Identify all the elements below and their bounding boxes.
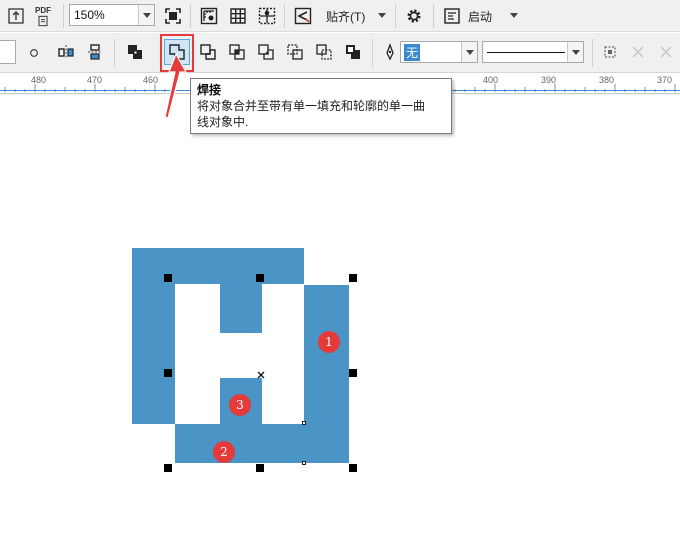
selection-handle-bottom-center[interactable] bbox=[256, 464, 264, 472]
zoom-level-value: 150% bbox=[74, 8, 105, 22]
snap-to-menu[interactable]: 贴齐(T) bbox=[326, 8, 365, 25]
ruler-label: 480 bbox=[31, 75, 47, 85]
selection-handle-top-right[interactable] bbox=[349, 274, 357, 282]
weld-tooltip: 焊接 将对象合并至带有单一填充和轮廓的单一曲 线对象中. bbox=[190, 78, 452, 134]
combine-icon[interactable] bbox=[123, 40, 147, 64]
red-arrow-annotation bbox=[164, 52, 188, 119]
publish-pdf-icon[interactable]: PDF bbox=[32, 3, 58, 29]
shape-top-bracket bbox=[132, 248, 304, 424]
trim-icon[interactable] bbox=[196, 40, 220, 64]
chevron-down-icon[interactable] bbox=[378, 13, 386, 18]
toolbar-separator bbox=[190, 4, 191, 28]
object-size-field[interactable] bbox=[0, 40, 16, 64]
tooltip-title: 焊接 bbox=[197, 83, 222, 97]
chevron-down-icon bbox=[142, 12, 151, 18]
circle-icon[interactable] bbox=[22, 41, 46, 65]
toolbar-separator bbox=[395, 4, 396, 28]
selection-handle-bottom-left[interactable] bbox=[164, 464, 172, 472]
selection-handle-bottom-right[interactable] bbox=[349, 464, 357, 472]
simplify-icon[interactable] bbox=[254, 40, 278, 64]
ruler-label: 370 bbox=[657, 75, 673, 85]
shape-right-bar bbox=[304, 285, 349, 463]
center-x-marker-icon[interactable] bbox=[256, 370, 266, 380]
ruler-label: 460 bbox=[143, 75, 159, 85]
toolbar-separator bbox=[284, 4, 285, 28]
ruler-label: 470 bbox=[87, 75, 103, 85]
show-guidelines-icon[interactable] bbox=[255, 4, 279, 28]
mirror-horizontal-icon[interactable] bbox=[54, 40, 78, 64]
selection-handle-top-left[interactable] bbox=[164, 274, 172, 282]
snap-to-icon[interactable] bbox=[291, 4, 315, 28]
create-boundary-icon[interactable] bbox=[341, 40, 365, 64]
path-node[interactable] bbox=[302, 421, 306, 425]
disabled-tool-icon bbox=[654, 40, 678, 64]
selection-handle-middle-right[interactable] bbox=[349, 369, 357, 377]
main-toolbar: PDF 150% 贴齐(T) 启动 bbox=[0, 0, 680, 32]
outline-style-combo[interactable] bbox=[482, 41, 584, 63]
zoom-level-combo[interactable]: 150% bbox=[69, 4, 155, 26]
ruler-label: 400 bbox=[483, 75, 499, 85]
badge-2: 2 bbox=[213, 441, 235, 463]
badge-1: 1 bbox=[318, 331, 340, 353]
full-screen-preview-icon[interactable] bbox=[161, 4, 185, 28]
toolbar-separator bbox=[592, 39, 593, 67]
chevron-down-icon bbox=[465, 49, 474, 55]
break-apart-icon[interactable] bbox=[598, 40, 622, 64]
toolbar-separator bbox=[433, 4, 434, 28]
selection-handle-top-center[interactable] bbox=[256, 274, 264, 282]
launch-icon[interactable] bbox=[440, 4, 464, 28]
toolbar-separator bbox=[114, 39, 115, 67]
toolbar-separator bbox=[63, 4, 64, 28]
fill-value: 无 bbox=[404, 44, 421, 61]
drawing-canvas[interactable]: 1 2 3 bbox=[0, 95, 680, 534]
ruler-label: 380 bbox=[599, 75, 615, 85]
selection-handle-middle-left[interactable] bbox=[164, 369, 172, 377]
show-grid-icon[interactable] bbox=[226, 4, 250, 28]
mirror-vertical-icon[interactable] bbox=[83, 40, 107, 64]
options-gear-icon[interactable] bbox=[402, 4, 426, 28]
tooltip-description-line-1: 将对象合并至带有单一填充和轮廓的单一曲 bbox=[197, 99, 426, 113]
back-minus-front-icon[interactable] bbox=[312, 40, 336, 64]
chevron-down-icon[interactable] bbox=[510, 13, 518, 18]
badge-3: 3 bbox=[229, 394, 251, 416]
path-node[interactable] bbox=[302, 461, 306, 465]
toolbar-separator bbox=[372, 39, 373, 67]
export-icon[interactable] bbox=[4, 4, 28, 28]
canvas-drawing bbox=[132, 248, 349, 463]
pdf-label: PDF bbox=[35, 6, 51, 15]
fill-dropdown-arrow[interactable] bbox=[461, 42, 477, 62]
ruler-label: 390 bbox=[541, 75, 557, 85]
outline-style-preview bbox=[487, 52, 565, 53]
chevron-down-icon bbox=[571, 49, 580, 55]
launch-menu[interactable]: 启动 bbox=[468, 8, 492, 25]
front-minus-back-icon[interactable] bbox=[283, 40, 307, 64]
tooltip-description-line-2: 线对象中. bbox=[197, 115, 249, 129]
property-bar: 无 bbox=[0, 33, 680, 73]
intersect-icon[interactable] bbox=[225, 40, 249, 64]
zoom-dropdown-arrow[interactable] bbox=[138, 5, 154, 25]
outline-style-dropdown-arrow[interactable] bbox=[567, 42, 583, 62]
disabled-tool-icon bbox=[626, 40, 650, 64]
show-rulers-icon[interactable] bbox=[197, 4, 221, 28]
fill-combo[interactable]: 无 bbox=[400, 41, 478, 63]
shape-bottom-bar bbox=[175, 424, 304, 463]
outline-pen-icon[interactable] bbox=[378, 40, 402, 64]
